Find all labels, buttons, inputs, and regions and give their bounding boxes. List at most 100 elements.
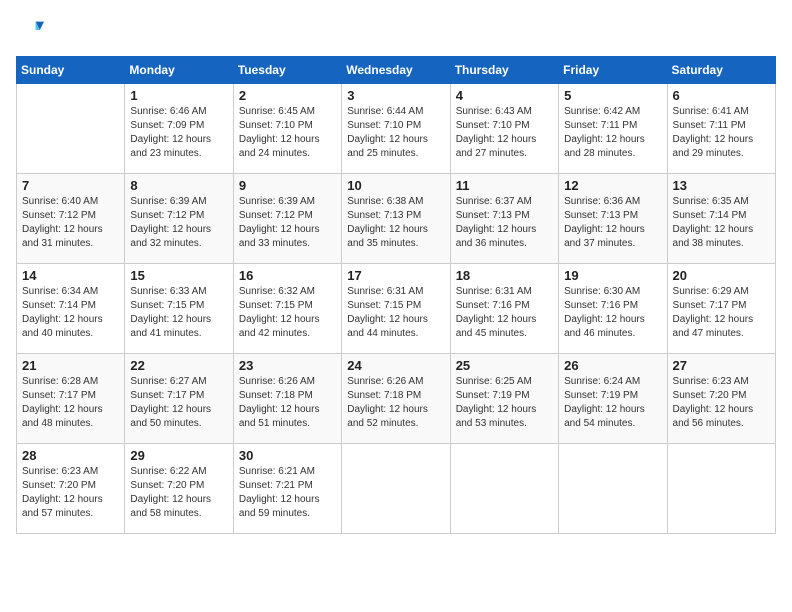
day-info: Sunrise: 6:31 AMSunset: 7:15 PMDaylight:… [347, 285, 444, 341]
day-number: 5 [564, 88, 661, 103]
day-number: 11 [456, 178, 553, 193]
calendar-cell: 23 Sunrise: 6:26 AMSunset: 7:18 PMDaylig… [233, 354, 341, 444]
calendar-cell: 4 Sunrise: 6:43 AMSunset: 7:10 PMDayligh… [450, 84, 558, 174]
day-number: 21 [22, 358, 119, 373]
calendar-cell: 22 Sunrise: 6:27 AMSunset: 7:17 PMDaylig… [125, 354, 233, 444]
calendar-week-row: 1 Sunrise: 6:46 AMSunset: 7:09 PMDayligh… [17, 84, 776, 174]
logo-icon [16, 16, 44, 44]
day-number: 1 [130, 88, 227, 103]
day-info: Sunrise: 6:40 AMSunset: 7:12 PMDaylight:… [22, 195, 119, 251]
calendar-week-row: 7 Sunrise: 6:40 AMSunset: 7:12 PMDayligh… [17, 174, 776, 264]
day-info: Sunrise: 6:32 AMSunset: 7:15 PMDaylight:… [239, 285, 336, 341]
calendar-cell: 13 Sunrise: 6:35 AMSunset: 7:14 PMDaylig… [667, 174, 775, 264]
day-info: Sunrise: 6:36 AMSunset: 7:13 PMDaylight:… [564, 195, 661, 251]
day-number: 17 [347, 268, 444, 283]
day-info: Sunrise: 6:37 AMSunset: 7:13 PMDaylight:… [456, 195, 553, 251]
day-info: Sunrise: 6:25 AMSunset: 7:19 PMDaylight:… [456, 375, 553, 431]
day-number: 4 [456, 88, 553, 103]
calendar-table: SundayMondayTuesdayWednesdayThursdayFrid… [16, 56, 776, 534]
calendar-cell: 25 Sunrise: 6:25 AMSunset: 7:19 PMDaylig… [450, 354, 558, 444]
calendar-cell: 26 Sunrise: 6:24 AMSunset: 7:19 PMDaylig… [559, 354, 667, 444]
calendar-cell: 9 Sunrise: 6:39 AMSunset: 7:12 PMDayligh… [233, 174, 341, 264]
day-number: 25 [456, 358, 553, 373]
day-info: Sunrise: 6:46 AMSunset: 7:09 PMDaylight:… [130, 105, 227, 161]
calendar-cell [559, 444, 667, 534]
calendar-cell: 20 Sunrise: 6:29 AMSunset: 7:17 PMDaylig… [667, 264, 775, 354]
day-info: Sunrise: 6:26 AMSunset: 7:18 PMDaylight:… [239, 375, 336, 431]
day-number: 15 [130, 268, 227, 283]
day-number: 7 [22, 178, 119, 193]
calendar-cell: 19 Sunrise: 6:30 AMSunset: 7:16 PMDaylig… [559, 264, 667, 354]
day-info: Sunrise: 6:41 AMSunset: 7:11 PMDaylight:… [673, 105, 770, 161]
day-number: 6 [673, 88, 770, 103]
day-info: Sunrise: 6:39 AMSunset: 7:12 PMDaylight:… [239, 195, 336, 251]
day-info: Sunrise: 6:42 AMSunset: 7:11 PMDaylight:… [564, 105, 661, 161]
day-info: Sunrise: 6:24 AMSunset: 7:19 PMDaylight:… [564, 375, 661, 431]
calendar-cell [17, 84, 125, 174]
day-info: Sunrise: 6:35 AMSunset: 7:14 PMDaylight:… [673, 195, 770, 251]
day-info: Sunrise: 6:29 AMSunset: 7:17 PMDaylight:… [673, 285, 770, 341]
calendar-cell: 30 Sunrise: 6:21 AMSunset: 7:21 PMDaylig… [233, 444, 341, 534]
calendar-cell: 3 Sunrise: 6:44 AMSunset: 7:10 PMDayligh… [342, 84, 450, 174]
day-info: Sunrise: 6:28 AMSunset: 7:17 PMDaylight:… [22, 375, 119, 431]
day-number: 9 [239, 178, 336, 193]
day-info: Sunrise: 6:45 AMSunset: 7:10 PMDaylight:… [239, 105, 336, 161]
day-info: Sunrise: 6:27 AMSunset: 7:17 PMDaylight:… [130, 375, 227, 431]
calendar-header-row: SundayMondayTuesdayWednesdayThursdayFrid… [17, 57, 776, 84]
day-info: Sunrise: 6:43 AMSunset: 7:10 PMDaylight:… [456, 105, 553, 161]
calendar-cell [667, 444, 775, 534]
column-header-tuesday: Tuesday [233, 57, 341, 84]
day-number: 10 [347, 178, 444, 193]
day-info: Sunrise: 6:38 AMSunset: 7:13 PMDaylight:… [347, 195, 444, 251]
day-info: Sunrise: 6:31 AMSunset: 7:16 PMDaylight:… [456, 285, 553, 341]
day-number: 30 [239, 448, 336, 463]
calendar-cell: 15 Sunrise: 6:33 AMSunset: 7:15 PMDaylig… [125, 264, 233, 354]
calendar-cell: 16 Sunrise: 6:32 AMSunset: 7:15 PMDaylig… [233, 264, 341, 354]
calendar-cell: 18 Sunrise: 6:31 AMSunset: 7:16 PMDaylig… [450, 264, 558, 354]
day-number: 19 [564, 268, 661, 283]
calendar-cell: 5 Sunrise: 6:42 AMSunset: 7:11 PMDayligh… [559, 84, 667, 174]
day-info: Sunrise: 6:23 AMSunset: 7:20 PMDaylight:… [673, 375, 770, 431]
day-number: 28 [22, 448, 119, 463]
calendar-week-row: 14 Sunrise: 6:34 AMSunset: 7:14 PMDaylig… [17, 264, 776, 354]
column-header-friday: Friday [559, 57, 667, 84]
day-number: 13 [673, 178, 770, 193]
calendar-cell: 27 Sunrise: 6:23 AMSunset: 7:20 PMDaylig… [667, 354, 775, 444]
calendar-cell [342, 444, 450, 534]
day-info: Sunrise: 6:22 AMSunset: 7:20 PMDaylight:… [130, 465, 227, 521]
calendar-cell: 21 Sunrise: 6:28 AMSunset: 7:17 PMDaylig… [17, 354, 125, 444]
calendar-cell: 12 Sunrise: 6:36 AMSunset: 7:13 PMDaylig… [559, 174, 667, 264]
calendar-week-row: 21 Sunrise: 6:28 AMSunset: 7:17 PMDaylig… [17, 354, 776, 444]
day-info: Sunrise: 6:44 AMSunset: 7:10 PMDaylight:… [347, 105, 444, 161]
column-header-saturday: Saturday [667, 57, 775, 84]
calendar-cell: 7 Sunrise: 6:40 AMSunset: 7:12 PMDayligh… [17, 174, 125, 264]
day-number: 22 [130, 358, 227, 373]
day-number: 20 [673, 268, 770, 283]
column-header-monday: Monday [125, 57, 233, 84]
day-number: 2 [239, 88, 336, 103]
page-header [16, 16, 776, 44]
day-number: 12 [564, 178, 661, 193]
calendar-cell: 24 Sunrise: 6:26 AMSunset: 7:18 PMDaylig… [342, 354, 450, 444]
day-info: Sunrise: 6:23 AMSunset: 7:20 PMDaylight:… [22, 465, 119, 521]
calendar-cell [450, 444, 558, 534]
day-number: 24 [347, 358, 444, 373]
calendar-cell: 17 Sunrise: 6:31 AMSunset: 7:15 PMDaylig… [342, 264, 450, 354]
day-info: Sunrise: 6:34 AMSunset: 7:14 PMDaylight:… [22, 285, 119, 341]
calendar-cell: 29 Sunrise: 6:22 AMSunset: 7:20 PMDaylig… [125, 444, 233, 534]
day-info: Sunrise: 6:26 AMSunset: 7:18 PMDaylight:… [347, 375, 444, 431]
column-header-sunday: Sunday [17, 57, 125, 84]
day-info: Sunrise: 6:30 AMSunset: 7:16 PMDaylight:… [564, 285, 661, 341]
calendar-cell: 2 Sunrise: 6:45 AMSunset: 7:10 PMDayligh… [233, 84, 341, 174]
day-number: 27 [673, 358, 770, 373]
day-number: 8 [130, 178, 227, 193]
calendar-week-row: 28 Sunrise: 6:23 AMSunset: 7:20 PMDaylig… [17, 444, 776, 534]
day-info: Sunrise: 6:39 AMSunset: 7:12 PMDaylight:… [130, 195, 227, 251]
calendar-cell: 1 Sunrise: 6:46 AMSunset: 7:09 PMDayligh… [125, 84, 233, 174]
calendar-cell: 28 Sunrise: 6:23 AMSunset: 7:20 PMDaylig… [17, 444, 125, 534]
logo [16, 16, 48, 44]
calendar-cell: 11 Sunrise: 6:37 AMSunset: 7:13 PMDaylig… [450, 174, 558, 264]
day-number: 18 [456, 268, 553, 283]
calendar-cell: 8 Sunrise: 6:39 AMSunset: 7:12 PMDayligh… [125, 174, 233, 264]
day-number: 29 [130, 448, 227, 463]
